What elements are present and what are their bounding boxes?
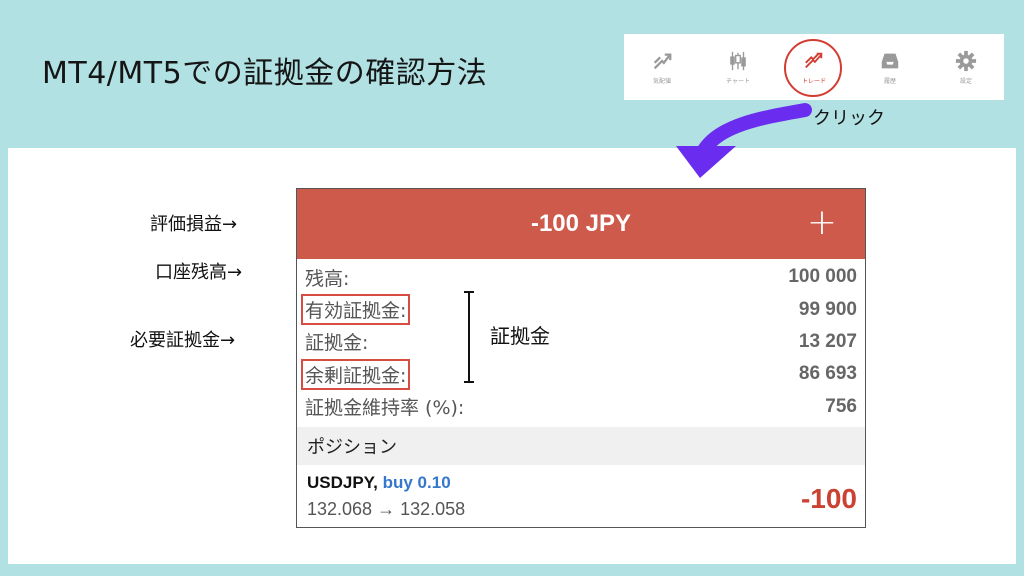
equity-row-label: 有効証拠金:	[301, 294, 411, 326]
balance-row: 残高: 100 000	[305, 261, 857, 293]
position-side: buy 0.10	[382, 472, 451, 492]
free-margin-row-label: 余剰証拠金:	[301, 358, 411, 390]
pnl-value: -100 JPY	[530, 210, 632, 237]
margin-row-label: 証拠金:	[305, 332, 369, 355]
positions-header: ポジション	[297, 426, 865, 465]
position-symbol-line: USDJPY, buy 0.10	[307, 473, 855, 493]
margin-bracket-icon	[464, 291, 474, 383]
pnl-header: -100 JPY +	[297, 189, 865, 259]
balance-row-value: 100 000	[788, 266, 857, 288]
margin-bracket-label: 証拠金	[490, 324, 550, 348]
equity-row: 有効証拠金: 99 900	[301, 293, 857, 326]
position-symbol: USDJPY,	[307, 472, 378, 492]
account-summary-card: -100 JPY + 残高: 100 000 有効証拠金: 99 900 証拠金…	[296, 188, 866, 528]
equity-row-value: 99 900	[798, 298, 857, 320]
margin-level-row-label: 証拠金維持率 (%):	[305, 397, 465, 420]
free-margin-row: 余剰証拠金: 86 693	[301, 358, 857, 390]
required-margin-label: 必要証拠金→	[130, 330, 236, 351]
position-pl: -100	[800, 482, 857, 514]
margin-level-row-value: 756	[825, 395, 857, 417]
add-order-button[interactable]: +	[807, 202, 837, 243]
margin-level-row: 証拠金維持率 (%): 756	[305, 391, 857, 423]
margin-row: 証拠金: 13 207	[305, 326, 857, 358]
balance-label: 口座残高→	[155, 262, 243, 283]
margin-row-value: 13 207	[798, 330, 857, 352]
pnl-label: 評価損益→	[150, 214, 238, 235]
account-rows: 残高: 100 000 有効証拠金: 99 900 証拠金: 13 207 余剰…	[297, 259, 865, 423]
position-item[interactable]: USDJPY, buy 0.10 132.068 → 132.058 -100	[297, 465, 865, 527]
free-margin-row-value: 86 693	[798, 363, 857, 385]
balance-row-label: 残高:	[305, 267, 350, 290]
position-prices: 132.068 → 132.058	[307, 498, 466, 519]
